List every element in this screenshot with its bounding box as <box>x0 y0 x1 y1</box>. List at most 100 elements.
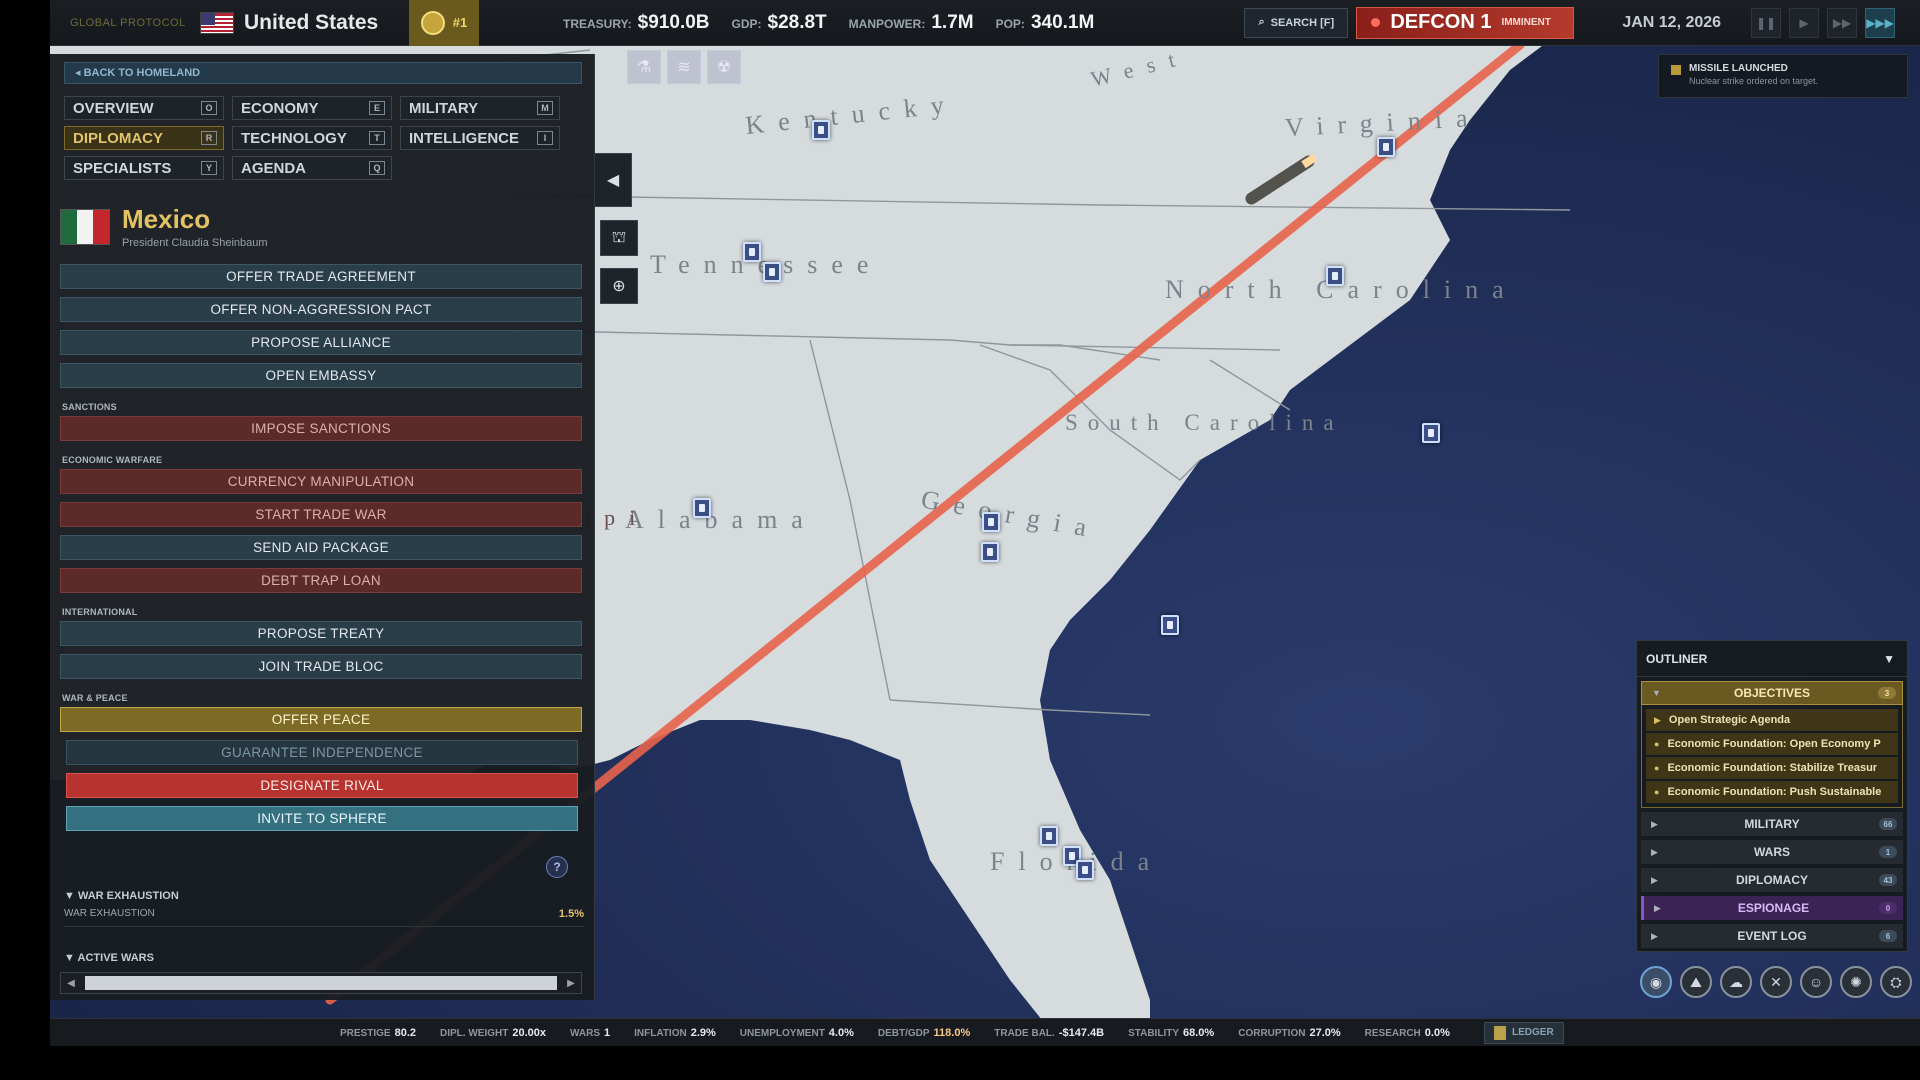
tab-overview[interactable]: OVERVIEW O <box>64 96 224 120</box>
unit-marker[interactable] <box>1377 137 1395 157</box>
alliance-map-icon[interactable]: ✺ <box>1840 966 1872 998</box>
unit-marker[interactable] <box>982 512 1000 532</box>
unit-marker[interactable] <box>1326 266 1344 286</box>
impose-sanctions-button[interactable]: IMPOSE SANCTIONS <box>60 416 582 441</box>
unit-marker[interactable] <box>763 262 781 282</box>
unit-marker[interactable] <box>1076 860 1094 880</box>
status-stability: STABILITY 68.0% <box>1128 1026 1215 1039</box>
propose-treaty-button[interactable]: PROPOSE TREATY <box>60 621 582 646</box>
rank-value: #1 <box>452 15 468 30</box>
unit-marker[interactable] <box>693 498 711 518</box>
stat-gdp: GDP: $28.8T <box>731 11 827 33</box>
unit-marker[interactable] <box>981 542 999 562</box>
outliner-header[interactable]: OUTLINER ▼ <box>1637 641 1907 677</box>
pause-icon[interactable]: ❚❚ <box>1751 7 1782 38</box>
outliner-panel: OUTLINER ▼ ▼ OBJECTIVES 3 ▶ Open Strategic… <box>1636 640 1908 952</box>
objective-item[interactable]: ● Economic Foundation: Stabilize Treasur <box>1646 757 1898 779</box>
status-inflation: INFLATION 2.9% <box>634 1026 716 1039</box>
missile-launched-notification[interactable]: MISSILE LAUNCHED Nuclear strike ordered … <box>1658 54 1908 98</box>
diplomacy-actions: OFFER TRADE AGREEMENT OFFER NON-AGGRESSI… <box>60 264 582 839</box>
objective-item[interactable]: ● Economic Foundation: Open Economy P <box>1646 733 1898 755</box>
defcon-indicator[interactable]: DEFCON 1 IMMINENT <box>1356 6 1575 39</box>
country-panel: ◂ BACK TO HOMELAND OVERVIEW O ECONOMY E MI… <box>50 54 595 1000</box>
tab-specialists[interactable]: SPECIALISTS Y <box>64 156 224 180</box>
flask-icon[interactable]: ⚗ <box>627 50 661 84</box>
section-war-and-peace: WAR & PEACE <box>62 693 128 703</box>
political-map-icon[interactable]: ◉ <box>1640 966 1672 998</box>
unit-marker[interactable] <box>1422 423 1440 443</box>
tab-economy[interactable]: ECONOMY E <box>232 96 392 120</box>
war-exhaustion-row: WAR EXHAUSTION 1.5% <box>64 908 584 927</box>
outliner-section-diplomacy[interactable]: ▶ DIPLOMACY 43 <box>1641 868 1903 892</box>
join-trade-bloc-button[interactable]: JOIN TRADE BLOC <box>60 654 582 679</box>
terrain-map-icon[interactable]: ⛰ <box>1680 966 1712 998</box>
scroll-right-icon[interactable]: ▶ <box>561 973 581 993</box>
mexico-flag-icon <box>60 208 110 245</box>
outliner-section-military[interactable]: ▶ MILITARY 66 <box>1641 812 1903 836</box>
start-trade-war-button[interactable]: START TRADE WAR <box>60 502 582 527</box>
war-exhaustion-value: 1.5% <box>558 908 584 920</box>
player-country-name[interactable]: United States <box>244 11 409 35</box>
unit-marker[interactable] <box>743 242 761 262</box>
protocol-label: GLOBAL PROTOCOL <box>70 16 186 29</box>
status-corruption: CORRUPTION 27.0% <box>1238 1026 1341 1039</box>
tab-military[interactable]: MILITARY M <box>400 96 560 120</box>
rank-badge[interactable]: #1 <box>409 0 479 46</box>
diplomacy-map-icon[interactable]: ☺ <box>1800 966 1832 998</box>
active-wars-scrollbar[interactable]: ◀ ▶ <box>60 972 582 994</box>
stat-manpower: MANPOWER: 1.7M <box>848 11 974 33</box>
globe-view-button[interactable]: ⊕ <box>600 268 638 304</box>
outliner-section-espionage[interactable]: ▶ ESPIONAGE 0 <box>1641 896 1903 920</box>
back-to-homeland-button[interactable]: ◂ BACK TO HOMELAND <box>64 62 582 84</box>
build-tool-button[interactable]: ⛫ <box>600 220 638 256</box>
tab-intelligence[interactable]: INTELLIGENCE I <box>400 126 560 150</box>
target-country-header: Mexico President Claudia Sheinbaum <box>60 204 268 249</box>
help-icon[interactable]: ? <box>546 856 568 878</box>
currency-manipulation-button[interactable]: CURRENCY MANIPULATION <box>60 469 582 494</box>
outliner-section-wars[interactable]: ▶ WARS 1 <box>1641 840 1903 864</box>
active-wars-header[interactable]: ▼ ACTIVE WARS <box>64 952 154 964</box>
military-map-icon[interactable]: ✕ <box>1760 966 1792 998</box>
tab-diplomacy[interactable]: DIPLOMACY R <box>64 126 224 150</box>
economy-map-icon[interactable]: ☁ <box>1720 966 1752 998</box>
designate-rival-button[interactable]: DESIGNATE RIVAL <box>66 773 578 798</box>
guarantee-independence-button[interactable]: GUARANTEE INDEPENDENCE <box>66 740 578 765</box>
send-aid-package-button[interactable]: SEND AID PACKAGE <box>60 535 582 560</box>
unit-marker[interactable] <box>1161 615 1179 635</box>
outliner-section-objectives[interactable]: ▼ OBJECTIVES 3 <box>1641 681 1903 705</box>
objective-item[interactable]: ▶ Open Strategic Agenda <box>1646 709 1898 731</box>
map-tool-group: ⚗ ≋ ☢ <box>627 50 741 84</box>
fastest-speed-icon[interactable]: ▶▶▶ <box>1865 7 1896 38</box>
unit-marker[interactable] <box>812 120 830 140</box>
search-button[interactable]: ⌕ SEARCH [F] <box>1244 7 1349 38</box>
offer-peace-button[interactable]: OFFER PEACE <box>60 707 582 732</box>
tab-technology[interactable]: TECHNOLOGY T <box>232 126 392 150</box>
status-trade-balance: TRADE BAL. -$147.4B <box>994 1026 1105 1039</box>
war-exhaustion-header[interactable]: ▼ WAR EXHAUSTION <box>64 890 179 902</box>
outliner-section-event-log[interactable]: ▶ EVENT LOG 6 <box>1641 924 1903 948</box>
fast-forward-icon[interactable]: ▶▶ <box>1827 7 1858 38</box>
alert-dot-icon <box>1371 18 1381 27</box>
play-icon[interactable]: ▶ <box>1789 7 1820 38</box>
scroll-left-icon[interactable]: ◀ <box>61 973 81 993</box>
status-bar: PRESTIGE 80.2 DIPL. WEIGHT 20.00x WARS 1 IN… <box>50 1018 1920 1046</box>
collapse-panel-button[interactable]: ◀ <box>594 153 632 207</box>
intel-map-icon[interactable]: ⛭ <box>1880 966 1912 998</box>
status-prestige: PRESTIGE 80.2 <box>340 1026 416 1039</box>
signal-icon[interactable]: ≋ <box>667 50 701 84</box>
offer-non-aggression-pact-button[interactable]: OFFER NON-AGGRESSION PACT <box>60 297 582 322</box>
section-sanctions: SANCTIONS <box>62 402 117 412</box>
tab-agenda[interactable]: AGENDA Q <box>232 156 392 180</box>
propose-alliance-button[interactable]: PROPOSE ALLIANCE <box>60 330 582 355</box>
scroll-thumb[interactable] <box>85 976 557 990</box>
objective-item[interactable]: ● Economic Foundation: Push Sustainable <box>1646 781 1898 803</box>
chevron-down-icon[interactable]: ▼ <box>1883 652 1895 666</box>
ledger-button[interactable]: LEDGER <box>1483 1021 1564 1044</box>
unit-marker[interactable] <box>1040 826 1058 846</box>
radiation-icon[interactable]: ☢ <box>707 50 741 84</box>
section-international: INTERNATIONAL <box>62 607 138 617</box>
offer-trade-agreement-button[interactable]: OFFER TRADE AGREEMENT <box>60 264 582 289</box>
debt-trap-loan-button[interactable]: DEBT TRAP LOAN <box>60 568 582 593</box>
open-embassy-button[interactable]: OPEN EMBASSY <box>60 363 582 388</box>
invite-to-sphere-button[interactable]: INVITE TO SPHERE <box>66 806 578 831</box>
